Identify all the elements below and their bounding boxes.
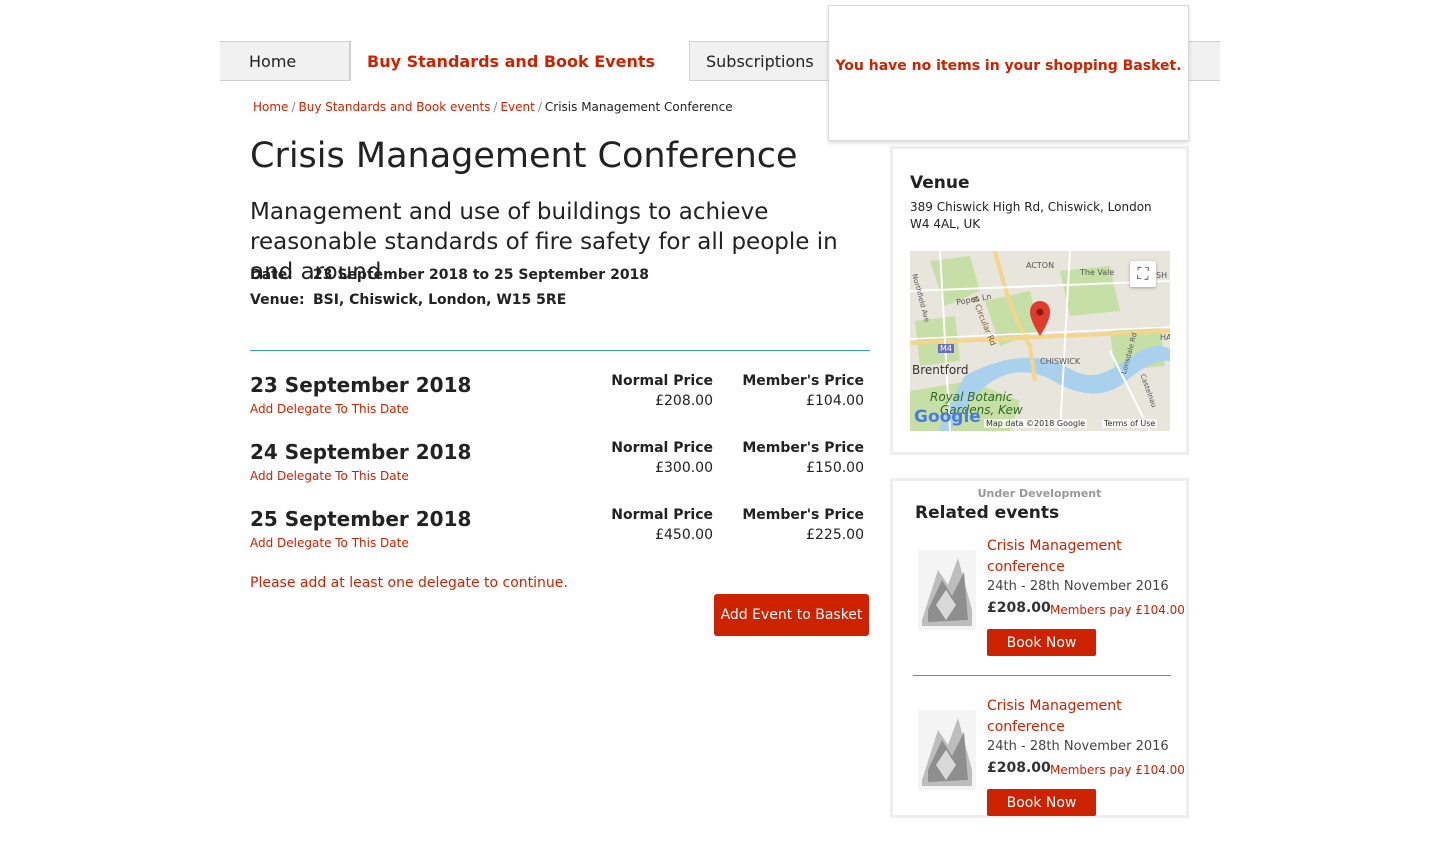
section-divider bbox=[250, 350, 870, 351]
date-row: 24 September 2018 Add Delegate To This D… bbox=[250, 440, 870, 500]
map-label-sh: SH bbox=[1156, 271, 1168, 280]
date-title: 24 September 2018 bbox=[250, 440, 472, 464]
date-row: 23 September 2018 Add Delegate To This D… bbox=[250, 373, 870, 433]
normal-price-label: Normal Price bbox=[611, 440, 713, 456]
member-price-value: £225.00 bbox=[806, 527, 864, 543]
breadcrumb-separator: / bbox=[537, 100, 542, 114]
related-events-panel: Under Development Related events Crisis … bbox=[890, 478, 1189, 818]
nav-home[interactable]: Home bbox=[220, 42, 350, 80]
map-label-the-vale: The Vale bbox=[1080, 268, 1115, 277]
breadcrumb-buy[interactable]: Buy Standards and Book events bbox=[298, 100, 490, 114]
related-event-date: 24th - 28th November 2016 bbox=[987, 739, 1169, 754]
date-row: 25 September 2018 Add Delegate To This D… bbox=[250, 507, 870, 567]
map-label-acton: ACTON bbox=[1026, 261, 1055, 270]
venue-address: 389 Chiswick High Rd, Chiswick, London W… bbox=[910, 200, 1152, 231]
breadcrumb-separator: / bbox=[493, 100, 498, 114]
member-price: Member's Price £225.00 bbox=[724, 507, 864, 543]
map-terms-link[interactable]: Terms of Use bbox=[1102, 419, 1158, 428]
breadcrumb: Home / Buy Standards and Book events / Event… bbox=[253, 100, 733, 114]
event-thumbnail-icon bbox=[918, 710, 976, 790]
member-price: Member's Price £104.00 bbox=[724, 373, 864, 409]
breadcrumb-current: Crisis Management Conference bbox=[544, 100, 733, 114]
event-date: Date: 23 September 2018 to 25 September 2… bbox=[250, 267, 649, 283]
book-now-button[interactable]: Book Now bbox=[987, 629, 1096, 656]
related-event-title[interactable]: Crisis Management conference bbox=[987, 536, 1127, 578]
nav-subscriptions[interactable]: Subscriptions bbox=[690, 42, 850, 80]
nav-subs-label: Subscriptions bbox=[706, 51, 814, 71]
add-delegate-link[interactable]: Add Delegate To This Date bbox=[250, 536, 409, 550]
related-event-price: £208.00 bbox=[987, 760, 1051, 776]
date-title: 25 September 2018 bbox=[250, 507, 472, 531]
related-event-member-price: Members pay £104.00 bbox=[1050, 763, 1185, 777]
member-price-value: £150.00 bbox=[806, 460, 864, 476]
related-event-date: 24th - 28th November 2016 bbox=[987, 579, 1169, 594]
nav-buy-label: Buy Standards and Book Events bbox=[367, 51, 656, 71]
related-event-member-price: Members pay £104.00 bbox=[1050, 603, 1185, 617]
date-label: Date: bbox=[250, 267, 293, 283]
related-event-item: Crisis Management conference 24th - 28th… bbox=[915, 696, 1185, 846]
page-title: Crisis Management Conference bbox=[250, 136, 798, 176]
related-event-price: £208.00 bbox=[987, 600, 1051, 616]
under-development-label: Under Development bbox=[977, 487, 1102, 500]
event-thumbnail-icon bbox=[918, 550, 976, 630]
book-now-button[interactable]: Book Now bbox=[987, 789, 1096, 816]
normal-price: Normal Price £208.00 bbox=[573, 373, 713, 409]
venue-heading: Venue bbox=[910, 173, 970, 193]
breadcrumb-separator: / bbox=[291, 100, 296, 114]
member-price-label: Member's Price bbox=[742, 507, 864, 523]
add-delegate-link[interactable]: Add Delegate To This Date bbox=[250, 469, 409, 483]
map-label-chiswick: CHISWICK bbox=[1040, 357, 1081, 366]
event-venue: Venue: BSI, Chiswick, London, W15 5RE bbox=[250, 292, 566, 308]
normal-price-value: £300.00 bbox=[655, 460, 713, 476]
normal-price: Normal Price £300.00 bbox=[573, 440, 713, 476]
map-label-royal-botanic: Royal Botanic bbox=[930, 390, 1013, 404]
delegate-warning: Please add at least one delegate to cont… bbox=[250, 575, 568, 591]
date-value: 23 September 2018 to 25 September 2018 bbox=[313, 267, 650, 283]
normal-price: Normal Price £450.00 bbox=[573, 507, 713, 543]
related-event-item: Crisis Management conference 24th - 28th… bbox=[915, 536, 1185, 686]
breadcrumb-event[interactable]: Event bbox=[500, 100, 534, 114]
basket-popup: You have no items in your shopping Baske… bbox=[828, 5, 1189, 141]
member-price-value: £104.00 bbox=[806, 393, 864, 409]
nav-home-label: Home bbox=[249, 51, 297, 71]
venue-value: BSI, Chiswick, London, W15 5RE bbox=[313, 292, 567, 308]
related-events-heading: Related events bbox=[915, 503, 1060, 523]
date-title: 23 September 2018 bbox=[250, 373, 472, 397]
venue-map[interactable]: ACTON The Vale SH N Circular Rd Popes Ln… bbox=[910, 251, 1170, 431]
add-delegate-link[interactable]: Add Delegate To This Date bbox=[250, 402, 409, 416]
normal-price-value: £208.00 bbox=[655, 393, 713, 409]
add-event-to-basket-button[interactable]: Add Event to Basket bbox=[714, 594, 869, 636]
fullscreen-icon[interactable]: ⛶ bbox=[1130, 261, 1156, 287]
venue-panel: Venue 389 Chiswick High Rd, Chiswick, Lo… bbox=[890, 146, 1189, 455]
map-label-brentford: Brentford bbox=[912, 363, 969, 377]
member-price-label: Member's Price bbox=[742, 373, 864, 389]
breadcrumb-home[interactable]: Home bbox=[253, 100, 288, 114]
map-label-ha: HA bbox=[1160, 333, 1170, 342]
member-price: Member's Price £150.00 bbox=[724, 440, 864, 476]
basket-empty-message: You have no items in your shopping Baske… bbox=[835, 58, 1182, 74]
map-data-attribution: Map data ©2018 Google bbox=[984, 419, 1088, 428]
venue-label: Venue: bbox=[250, 292, 305, 308]
normal-price-label: Normal Price bbox=[611, 373, 713, 389]
normal-price-value: £450.00 bbox=[655, 527, 713, 543]
map-label-m4: M4 bbox=[938, 344, 954, 353]
related-divider bbox=[913, 675, 1171, 676]
related-event-title[interactable]: Crisis Management conference bbox=[987, 696, 1127, 738]
member-price-label: Member's Price bbox=[742, 440, 864, 456]
google-logo: Google bbox=[914, 407, 981, 427]
normal-price-label: Normal Price bbox=[611, 507, 713, 523]
nav-buy-standards[interactable]: Buy Standards and Book Events bbox=[350, 41, 690, 81]
